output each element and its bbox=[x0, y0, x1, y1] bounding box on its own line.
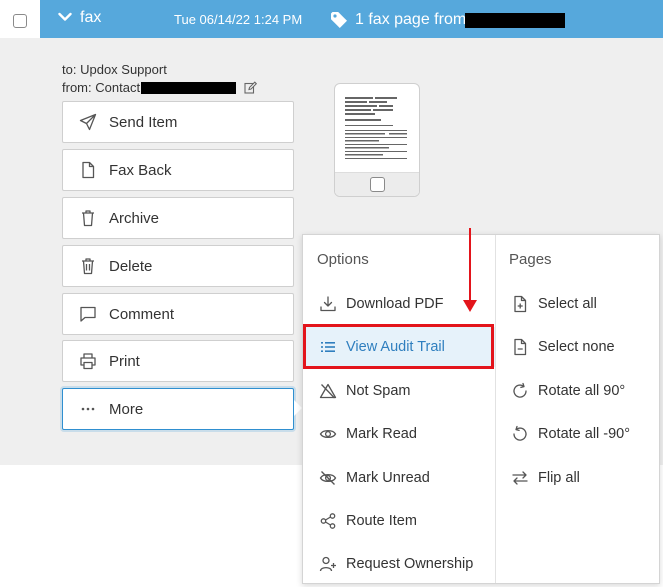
comment-button[interactable]: Comment bbox=[62, 293, 294, 335]
no-spam-icon bbox=[319, 382, 337, 400]
send-icon bbox=[79, 113, 97, 131]
fax-back-button[interactable]: Fax Back bbox=[62, 149, 294, 191]
to-label: to: bbox=[62, 62, 77, 77]
flip-all-label: Flip all bbox=[538, 470, 580, 486]
row-select-cell bbox=[0, 0, 40, 38]
mark-read-label: Mark Read bbox=[346, 426, 417, 442]
row-checkbox[interactable] bbox=[13, 14, 27, 28]
pages-heading: Pages bbox=[509, 251, 552, 268]
from-label: from: bbox=[62, 80, 92, 95]
send-item-label: Send Item bbox=[109, 113, 178, 131]
sender-line: from: Contact bbox=[62, 80, 258, 95]
not-spam-item[interactable]: Not Spam bbox=[319, 371, 410, 411]
download-pdf-item[interactable]: Download PDF bbox=[319, 284, 444, 324]
send-item-button[interactable]: Send Item bbox=[62, 101, 294, 143]
printer-icon bbox=[79, 352, 97, 370]
archive-button[interactable]: Archive bbox=[62, 197, 294, 239]
tag-icon[interactable] bbox=[330, 11, 348, 29]
comment-label: Comment bbox=[109, 305, 175, 323]
select-all-label: Select all bbox=[538, 296, 597, 312]
comment-icon bbox=[79, 305, 97, 323]
thumbnail-preview bbox=[341, 89, 415, 173]
eye-icon bbox=[319, 425, 337, 443]
archive-label: Archive bbox=[109, 209, 160, 227]
message-type: fax bbox=[80, 9, 102, 26]
share-icon bbox=[319, 512, 337, 530]
more-label: More bbox=[109, 400, 144, 418]
route-item-label: Route Item bbox=[346, 513, 417, 529]
select-none-item[interactable]: Select none bbox=[511, 327, 615, 367]
mark-unread-label: Mark Unread bbox=[346, 470, 430, 486]
route-item-item[interactable]: Route Item bbox=[319, 501, 417, 541]
rotate-all-90-item[interactable]: Rotate all 90° bbox=[511, 371, 625, 411]
archive-icon bbox=[79, 209, 97, 227]
options-heading: Options bbox=[317, 251, 369, 268]
file-minus-icon bbox=[511, 338, 529, 356]
delete-button[interactable]: Delete bbox=[62, 245, 294, 287]
redacted-sender bbox=[141, 81, 237, 94]
more-options-menu: Options Pages Download PDF View Audit Tr… bbox=[302, 234, 660, 584]
eye-off-icon bbox=[319, 469, 337, 487]
fax-back-label: Fax Back bbox=[109, 161, 172, 179]
redacted-fax-number bbox=[465, 13, 565, 28]
mark-read-item[interactable]: Mark Read bbox=[319, 414, 417, 454]
print-label: Print bbox=[109, 352, 140, 370]
download-icon bbox=[319, 295, 337, 313]
more-button[interactable]: More bbox=[62, 388, 294, 430]
flip-icon bbox=[511, 469, 529, 487]
rotate-cw-icon bbox=[511, 382, 529, 400]
mark-unread-item[interactable]: Mark Unread bbox=[319, 458, 430, 498]
annotation-arrow-head bbox=[463, 300, 477, 312]
from-value: Contact bbox=[95, 80, 141, 95]
menu-column-divider bbox=[495, 235, 496, 583]
flip-all-item[interactable]: Flip all bbox=[511, 458, 580, 498]
list-icon bbox=[319, 338, 337, 356]
file-icon bbox=[79, 161, 97, 179]
menu-pointer bbox=[294, 400, 302, 416]
request-ownership-item[interactable]: Request Ownership bbox=[319, 544, 473, 584]
rotate-all-minus-90-label: Rotate all -90° bbox=[538, 426, 631, 442]
rotate-all-90-label: Rotate all 90° bbox=[538, 383, 626, 399]
rotate-all-minus-90-item[interactable]: Rotate all -90° bbox=[511, 414, 630, 454]
fax-page-thumbnail[interactable] bbox=[334, 83, 420, 197]
ellipsis-icon bbox=[79, 400, 97, 418]
thumbnail-footer bbox=[335, 172, 419, 196]
page-checkbox[interactable] bbox=[370, 177, 385, 192]
message-header-bar[interactable]: fax Tue 06/14/22 1:24 PM 1 fax page from bbox=[40, 0, 663, 38]
annotation-arrow-line bbox=[469, 228, 471, 310]
download-pdf-label: Download PDF bbox=[346, 296, 444, 312]
to-value: Updox Support bbox=[80, 62, 167, 77]
select-all-item[interactable]: Select all bbox=[511, 284, 597, 324]
edit-icon[interactable] bbox=[244, 81, 258, 94]
print-button[interactable]: Print bbox=[62, 340, 294, 382]
message-subject: 1 fax page from bbox=[355, 11, 467, 28]
recipient-line: to: Updox Support bbox=[62, 62, 167, 77]
rotate-ccw-icon bbox=[511, 425, 529, 443]
request-ownership-label: Request Ownership bbox=[346, 556, 474, 572]
delete-label: Delete bbox=[109, 257, 153, 275]
not-spam-label: Not Spam bbox=[346, 383, 411, 399]
chevron-down-icon[interactable] bbox=[58, 12, 72, 22]
message-date: Tue 06/14/22 1:24 PM bbox=[174, 12, 303, 27]
user-add-icon bbox=[319, 555, 337, 573]
view-audit-trail-label: View Audit Trail bbox=[346, 339, 445, 355]
file-plus-icon bbox=[511, 295, 529, 313]
select-none-label: Select none bbox=[538, 339, 615, 355]
trash-icon bbox=[79, 257, 97, 275]
view-audit-trail-item[interactable]: View Audit Trail bbox=[305, 327, 495, 367]
